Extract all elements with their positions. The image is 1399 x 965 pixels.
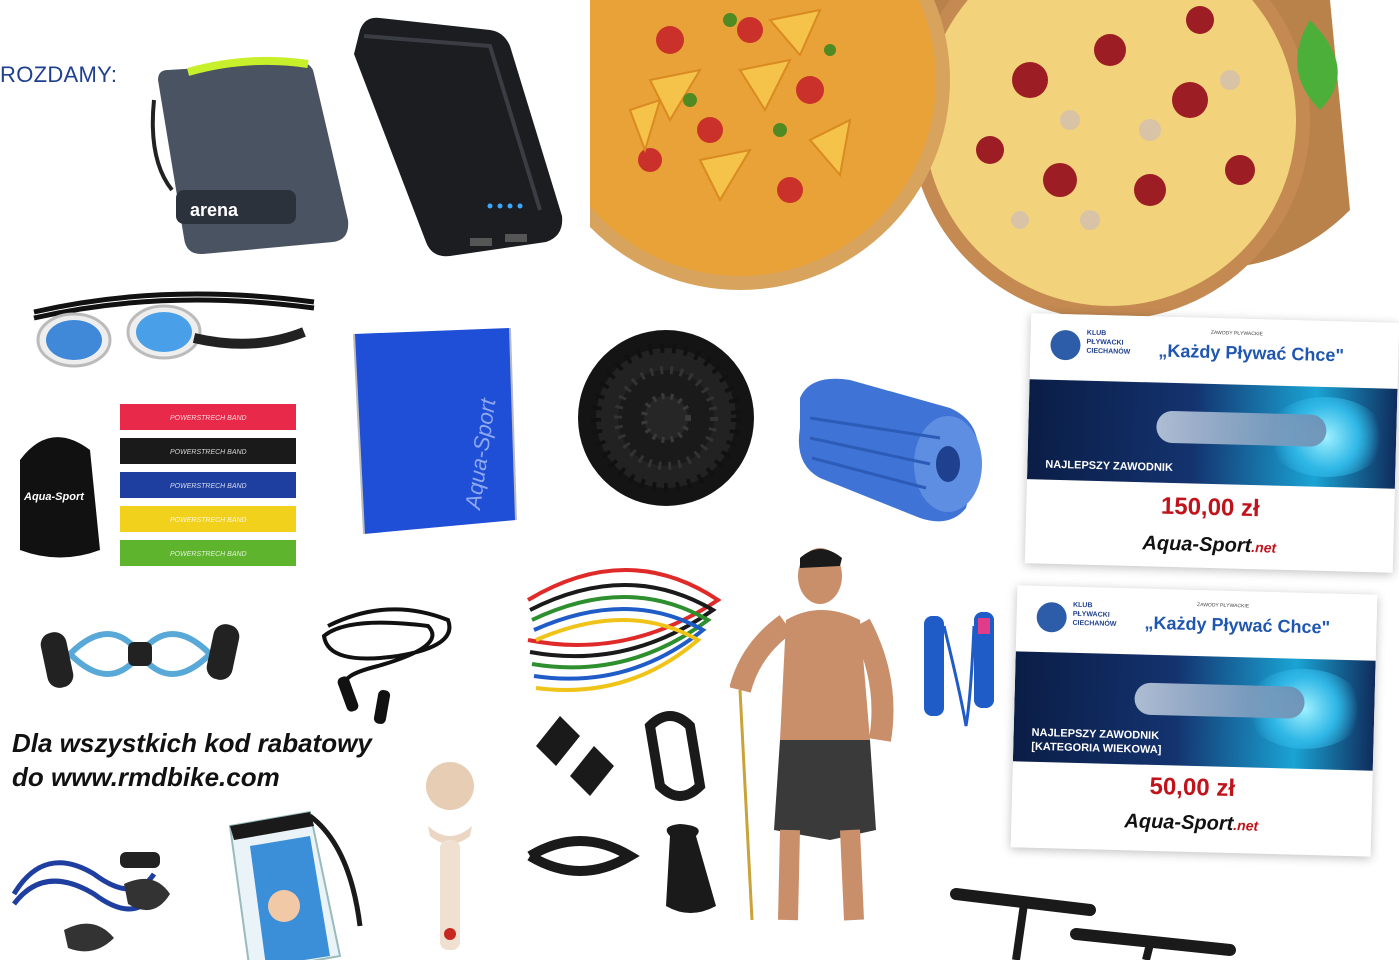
prize-amount: 50,00 zł (1149, 772, 1236, 803)
tube-accessories-image (520, 706, 740, 936)
band-label: POWERSTRECH BAND (170, 483, 247, 490)
resistance-tubes-image (508, 560, 738, 710)
bag-logo: arena (190, 200, 239, 220)
kendama-image (410, 756, 490, 960)
prize-card-2: KLUB PŁYWACKI CIECHANÓW ZAWODY PŁYWACKIE… (1010, 585, 1378, 857)
arena-bag-image: arena (148, 40, 358, 260)
giveaway-heading: ROZDAMY: (0, 62, 118, 87)
resistance-tube-image (4, 834, 184, 960)
foam-roller-image (790, 368, 990, 528)
prize-category: NAJLEPSZY ZAWODNIK (1045, 458, 1174, 474)
drawstring-bag-image: Aqua-Sport (340, 320, 530, 550)
sponsor-brand: Aqua-Sport.net (1025, 529, 1393, 562)
sponsor-brand: Aqua-Sport.net (1011, 807, 1371, 839)
blue-jump-rope-image (916, 606, 1016, 736)
discount-line-2: do www.rmdbike.com (12, 762, 280, 792)
jump-rope-image (308, 596, 468, 726)
sponsor-brand-suffix: .net (1233, 817, 1259, 834)
discount-line-1: Dla wszystkich kod rabatowy (12, 728, 372, 758)
swim-goggles-image (14, 272, 324, 398)
swimmer-banner: NAJLEPSZY ZAWODNIK (1026, 379, 1398, 489)
sponsor-brand-name: Aqua-Sport (1124, 810, 1234, 836)
figure-eight-expander-image (30, 604, 250, 704)
club-name: KLUB PŁYWACKI CIECHANÓW (1072, 601, 1117, 628)
resistance-bands-set-image: Aqua-Sport POWERSTRECH BAND POWERSTRECH … (10, 400, 306, 572)
scooters-image (950, 880, 1399, 961)
powerbank-image (340, 10, 570, 260)
waterproof-phone-pouch-image (200, 806, 380, 965)
club-name: KLUB PŁYWACKI CIECHANÓW (1086, 329, 1131, 356)
band-label: POWERSTRECH BAND (170, 415, 247, 422)
swimmer-banner: NAJLEPSZY ZAWODNIK [KATEGORIA WIEKOWA] (1012, 651, 1376, 771)
band-label: POWERSTRECH BAND (170, 449, 247, 456)
pouch-logo: Aqua-Sport (23, 491, 85, 503)
band-label: POWERSTRECH BAND (170, 551, 247, 558)
sponsor-brand-name: Aqua-Sport (1142, 532, 1252, 558)
athlete-image (729, 540, 920, 932)
massage-ball-image (566, 318, 766, 518)
discount-code-text: Dla wszystkich kod rabatowy do www.rmdbi… (12, 726, 372, 794)
prize-category: NAJLEPSZY ZAWODNIK [KATEGORIA WIEKOWA] (1031, 726, 1162, 757)
prize-amount: 150,00 zł (1160, 492, 1261, 523)
band-label: POWERSTRECH BAND (170, 517, 247, 524)
pizza-image (530, 0, 1399, 330)
sponsor-brand-suffix: .net (1251, 539, 1277, 556)
prize-card-1: KLUB PŁYWACKI CIECHANÓW ZAWODY PŁYWACKIE… (1024, 313, 1399, 573)
